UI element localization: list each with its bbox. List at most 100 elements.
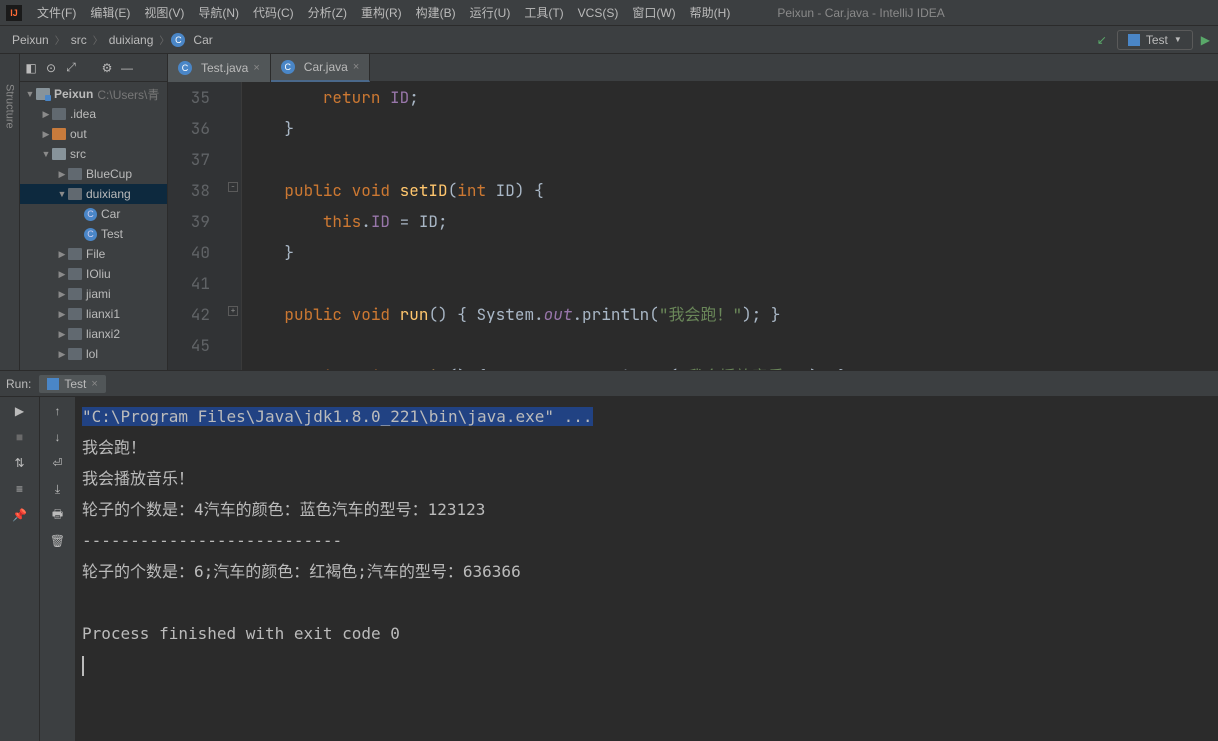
close-icon[interactable]: ×	[91, 378, 97, 390]
close-icon[interactable]: ×	[353, 61, 359, 73]
tree-item[interactable]: ▶jiami	[20, 284, 167, 304]
tree-label: IOliu	[86, 267, 111, 281]
project-tree[interactable]: ▼ Peixun C:\Users\青 ▶.idea▶out▼src▶BlueC…	[20, 82, 167, 370]
run-tab[interactable]: Test ×	[39, 375, 105, 393]
crumb-project[interactable]: Peixun	[8, 33, 53, 47]
rerun-icon[interactable]: ▶	[12, 403, 28, 419]
chevron-right-icon: 〉	[91, 32, 105, 47]
menu-bar: IJ 文件(F) 编辑(E) 视图(V) 导航(N) 代码(C) 分析(Z) 重…	[0, 0, 1218, 26]
menu-help[interactable]: 帮助(H)	[683, 4, 738, 21]
menu-analyze[interactable]: 分析(Z)	[301, 4, 354, 21]
menu-file[interactable]: 文件(F)	[30, 4, 83, 21]
menu-tools[interactable]: 工具(T)	[517, 4, 570, 21]
tree-item[interactable]: ▶lianxi1	[20, 304, 167, 324]
hide-icon[interactable]: —	[120, 61, 134, 75]
menu-view[interactable]: 视图(V)	[137, 4, 191, 21]
tab-label: Test.java	[201, 61, 248, 75]
fold-icon[interactable]: −	[228, 182, 238, 192]
package-icon	[68, 348, 82, 360]
close-icon[interactable]: ×	[253, 62, 259, 74]
run-title: Run:	[6, 377, 31, 391]
run-tab-icon	[47, 378, 59, 390]
stop-icon[interactable]: ■	[12, 429, 28, 445]
class-icon: C	[84, 208, 97, 221]
print-icon[interactable]: 🖶	[50, 507, 66, 523]
console-output[interactable]: "C:\Program Files\Java\jdk1.8.0_221\bin\…	[76, 397, 1218, 741]
tree-item[interactable]: C Car	[20, 204, 167, 224]
tree-label: Car	[101, 207, 120, 221]
menu-build[interactable]: 构建(B)	[409, 4, 463, 21]
window-title: Peixun - Car.java - IntelliJ IDEA	[777, 6, 944, 20]
class-icon: C	[178, 61, 192, 75]
code-content[interactable]: return ID; } public void setID(int ID) {…	[242, 82, 1218, 370]
run-toolbar-secondary: ↑ ↓ ⏎ ⤓ 🖶 🗑	[40, 397, 76, 741]
layout-icon[interactable]: ⇅	[12, 455, 28, 471]
crumb-package[interactable]: duixiang	[105, 33, 158, 47]
trash-icon[interactable]: 🗑	[50, 533, 66, 549]
tree-item[interactable]: ▶lol	[20, 344, 167, 364]
tree-root[interactable]: ▼ Peixun C:\Users\青	[20, 84, 167, 104]
tree-item[interactable]: ▶lianxi2	[20, 324, 167, 344]
run-toolbar-left: ▶ ■ ⇅ ≡ 📌	[0, 397, 40, 741]
project-toolbar: ◧ ⊙ ⤢ ⚙ —	[20, 54, 167, 82]
expand-all-icon[interactable]: ⤢	[64, 61, 78, 75]
app-icon: IJ	[6, 5, 22, 21]
build-icon[interactable]: ↙	[1097, 33, 1107, 47]
tab-test-java[interactable]: C Test.java ×	[168, 54, 271, 82]
pin-icon[interactable]: 📌	[12, 507, 28, 523]
menu-run[interactable]: 运行(U)	[463, 4, 518, 21]
tree-label: lol	[86, 347, 98, 361]
gear-icon[interactable]: ⚙	[100, 61, 114, 75]
run-config-selector[interactable]: Test ▼	[1117, 30, 1193, 50]
structure-tool-tab[interactable]: Structure	[0, 54, 20, 370]
tree-item[interactable]: ▼duixiang	[20, 184, 167, 204]
tree-item[interactable]: CTest	[20, 224, 167, 244]
package-icon	[68, 268, 82, 280]
menu-edit[interactable]: 编辑(E)	[83, 4, 137, 21]
package-icon	[68, 188, 82, 200]
breadcrumb-bar: Peixun 〉 src 〉 duixiang 〉 C Car ↙ Test ▼…	[0, 26, 1218, 54]
wrap-icon[interactable]: ⏎	[50, 455, 66, 471]
tree-item[interactable]: ▶.idea	[20, 104, 167, 124]
tree-item[interactable]: ▼src	[20, 144, 167, 164]
tree-label: jiami	[86, 287, 111, 301]
run-header: Run: Test ×	[0, 371, 1218, 397]
project-view-icon[interactable]: ◧	[24, 61, 38, 75]
code-editor[interactable]: 35363738394041424546 − + return ID; } pu…	[168, 82, 1218, 370]
tree-item[interactable]: ▶IOliu	[20, 264, 167, 284]
tab-car-java[interactable]: C Car.java ×	[271, 54, 370, 82]
scroll-icon[interactable]: ⤓	[50, 481, 66, 497]
tree-label: lianxi1	[86, 307, 120, 321]
class-icon: C	[171, 33, 185, 47]
package-icon	[68, 308, 82, 320]
folder-icon	[52, 128, 66, 140]
select-opened-icon[interactable]: ⊙	[44, 61, 58, 75]
crumb-class[interactable]: Car	[189, 33, 216, 47]
menu-vcs[interactable]: VCS(S)	[571, 6, 626, 20]
package-icon	[68, 328, 82, 340]
fold-gutter[interactable]: − +	[224, 82, 242, 370]
tree-item[interactable]: ▶out	[20, 124, 167, 144]
menu-code[interactable]: 代码(C)	[246, 4, 301, 21]
menu-navigate[interactable]: 导航(N)	[191, 4, 246, 21]
layout2-icon[interactable]: ≡	[12, 481, 28, 497]
menu-window[interactable]: 窗口(W)	[625, 4, 682, 21]
editor-tabs: C Test.java × C Car.java ×	[168, 54, 1218, 82]
chevron-right-icon: 〉	[53, 32, 67, 47]
up-icon[interactable]: ↑	[50, 403, 66, 419]
run-tool-window: Run: Test × ▶ ■ ⇅ ≡ 📌 ↑ ↓ ⏎ ⤓ 🖶 🗑 "C:\Pr…	[0, 370, 1218, 741]
crumb-src[interactable]: src	[67, 33, 91, 47]
menu-refactor[interactable]: 重构(R)	[354, 4, 409, 21]
run-config-label: Test	[1146, 33, 1168, 47]
tree-item[interactable]: ▶File	[20, 244, 167, 264]
tree-item[interactable]: ▶BlueCup	[20, 164, 167, 184]
class-icon: C	[281, 60, 295, 74]
package-icon	[68, 168, 82, 180]
run-config-icon	[1128, 34, 1140, 46]
run-button[interactable]: ▶	[1201, 33, 1210, 47]
fold-icon[interactable]: +	[228, 306, 238, 316]
down-icon[interactable]: ↓	[50, 429, 66, 445]
tree-label: File	[86, 247, 105, 261]
package-icon	[68, 248, 82, 260]
module-icon	[36, 88, 50, 100]
